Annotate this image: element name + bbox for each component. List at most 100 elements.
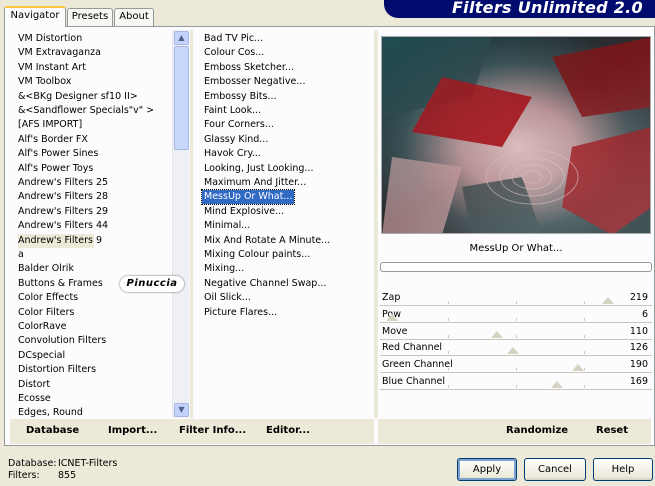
slider-tick <box>516 317 517 321</box>
category-item[interactable]: Ecosse <box>18 392 51 406</box>
filter-item[interactable]: Embosser Negative... <box>204 75 305 89</box>
category-item[interactable]: Alf's Power Toys <box>18 162 93 176</box>
slider-thumb[interactable] <box>386 313 398 321</box>
category-item[interactable]: VM Toolbox <box>18 75 71 89</box>
cancel-button[interactable]: Cancel <box>524 458 586 481</box>
category-item[interactable]: Edges, Round <box>18 406 83 418</box>
category-item[interactable]: Distortion Filters <box>18 363 96 377</box>
category-item[interactable]: Andrew's Filters 28 <box>18 190 108 204</box>
scroll-up-button[interactable]: ▲ <box>174 31 189 45</box>
slider-thumb[interactable] <box>507 347 519 355</box>
reset-button[interactable]: Reset <box>596 425 628 436</box>
slider-blue-channel[interactable]: Blue Channel 169 <box>380 375 652 391</box>
slider-label: Move <box>382 325 408 337</box>
category-item[interactable]: ColorRave <box>18 320 66 334</box>
scroll-down-button[interactable]: ▼ <box>174 403 189 417</box>
slider-move[interactable]: Move 110 <box>380 325 652 341</box>
slider-zap[interactable]: Zap 219 <box>380 291 652 307</box>
category-scrollbar[interactable]: ▲ ▼ <box>172 30 189 418</box>
category-item[interactable]: Andrew's Filters 29 <box>18 205 108 219</box>
slider-red-channel[interactable]: Red Channel 126 <box>380 341 652 357</box>
category-item[interactable]: VM Instant Art <box>18 61 86 75</box>
slider-track[interactable] <box>380 305 652 306</box>
category-item[interactable]: VM Distortion <box>18 32 82 46</box>
slider-value: 110 <box>629 325 648 337</box>
category-item[interactable]: Alf's Power Sines <box>18 147 98 161</box>
editor-button[interactable]: Editor... <box>266 425 310 436</box>
category-item[interactable]: Andrew's Filters 44 <box>18 219 108 233</box>
filters-label: Filters: <box>8 470 40 481</box>
filter-item[interactable]: Mind Explosive... <box>204 205 284 219</box>
slider-tick <box>584 301 585 304</box>
randomize-button[interactable]: Randomize <box>506 425 568 436</box>
slider-thumb[interactable] <box>551 381 563 388</box>
filter-list[interactable]: Bad TV Pic... Colour Cos... Emboss Sketche… <box>198 30 376 418</box>
category-item[interactable]: Alf's Border FX <box>18 133 88 147</box>
category-item[interactable]: Andrew's Filters 9 <box>18 233 102 248</box>
status-area: Database:ICNET-Filters Filters: 855 <box>8 458 117 482</box>
slider-track[interactable] <box>380 321 652 323</box>
help-button[interactable]: Help <box>593 458 653 481</box>
filter-item[interactable]: Looking, Just Looking... <box>204 162 314 176</box>
filter-item[interactable]: Mix And Rotate A Minute... <box>204 234 330 248</box>
filter-item[interactable]: Negative Channel Swap... <box>204 277 326 291</box>
tab-about[interactable]: About <box>114 8 154 26</box>
progress-bar <box>380 262 652 272</box>
category-item[interactable]: VM Extravaganza <box>18 46 101 60</box>
right-button-bar: Randomize Reset <box>378 419 651 444</box>
database-button[interactable]: Database <box>26 425 79 436</box>
filter-item[interactable]: Mixing Colour paints... <box>204 248 310 262</box>
slider-tick <box>448 385 449 388</box>
filter-item[interactable]: Havok Cry... <box>204 147 261 161</box>
slider-track[interactable] <box>380 355 652 357</box>
category-item[interactable]: Distort <box>18 378 50 392</box>
slider-tick <box>448 334 449 338</box>
slider-tick <box>448 368 449 372</box>
preview-image <box>381 36 651 234</box>
filter-item[interactable]: Mixing... <box>204 262 244 276</box>
filter-item[interactable]: Picture Flares... <box>204 306 277 320</box>
apply-button[interactable]: Apply <box>457 458 517 481</box>
category-item[interactable]: Convolution Filters <box>18 334 106 348</box>
database-label: Database: <box>8 458 57 469</box>
category-item[interactable]: Buttons & Frames <box>18 277 103 291</box>
category-list[interactable]: VM Distortion VM Extravaganza VM Instant A… <box>12 30 172 418</box>
filter-item[interactable]: Colour Cos... <box>204 46 264 60</box>
slider-pow[interactable]: Pow 6 <box>380 308 652 324</box>
filter-item[interactable]: Bad TV Pic... <box>204 32 263 46</box>
import-button[interactable]: Import... <box>108 425 157 436</box>
filter-info-button[interactable]: Filter Info... <box>179 425 246 436</box>
database-value: ICNET-Filters <box>58 458 118 469</box>
category-item[interactable]: Andrew's Filters 25 <box>18 176 108 190</box>
slider-thumb[interactable] <box>572 364 584 372</box>
filter-item[interactable]: Oil Slick... <box>204 291 251 305</box>
scroll-thumb[interactable] <box>174 46 189 150</box>
slider-thumb[interactable] <box>602 297 614 304</box>
slider-track[interactable] <box>380 389 652 390</box>
filter-item[interactable]: MessUp Or What... <box>200 189 296 206</box>
filter-item[interactable]: Maximum And Jitter... <box>204 176 306 190</box>
slider-track[interactable] <box>380 372 652 374</box>
slider-track[interactable] <box>380 338 652 340</box>
slider-tick <box>584 334 585 338</box>
slider-tick <box>584 385 585 388</box>
filter-item[interactable]: Emboss Sketcher... <box>204 61 294 75</box>
category-item[interactable]: DCspecial <box>18 349 65 363</box>
category-item[interactable]: &<BKg Designer sf10 II> <box>18 90 138 104</box>
filter-item[interactable]: Embossy Bits... <box>204 90 277 104</box>
slider-green-channel[interactable]: Green Channel 190 <box>380 358 652 374</box>
category-item[interactable]: Color Filters <box>18 306 74 320</box>
slider-thumb[interactable] <box>491 330 503 338</box>
tab-presets[interactable]: Presets <box>67 8 113 26</box>
filter-item[interactable]: Four Corners... <box>204 118 274 132</box>
filter-item[interactable]: Faint Look... <box>204 104 261 118</box>
category-item[interactable]: [AFS IMPORT] <box>18 118 82 132</box>
category-item[interactable]: Balder Olrik <box>18 262 74 276</box>
category-item[interactable]: &<Sandflower Specials"v" > <box>18 104 154 118</box>
tab-navigator[interactable]: Navigator <box>4 6 66 27</box>
category-item[interactable]: a <box>18 248 24 262</box>
filter-item[interactable]: Glassy Kind... <box>204 133 268 147</box>
filter-item[interactable]: Minimal... <box>204 219 250 233</box>
category-item[interactable]: Color Effects <box>18 291 78 305</box>
left-button-bar: Database Import... Filter Info... Editor… <box>10 419 374 444</box>
